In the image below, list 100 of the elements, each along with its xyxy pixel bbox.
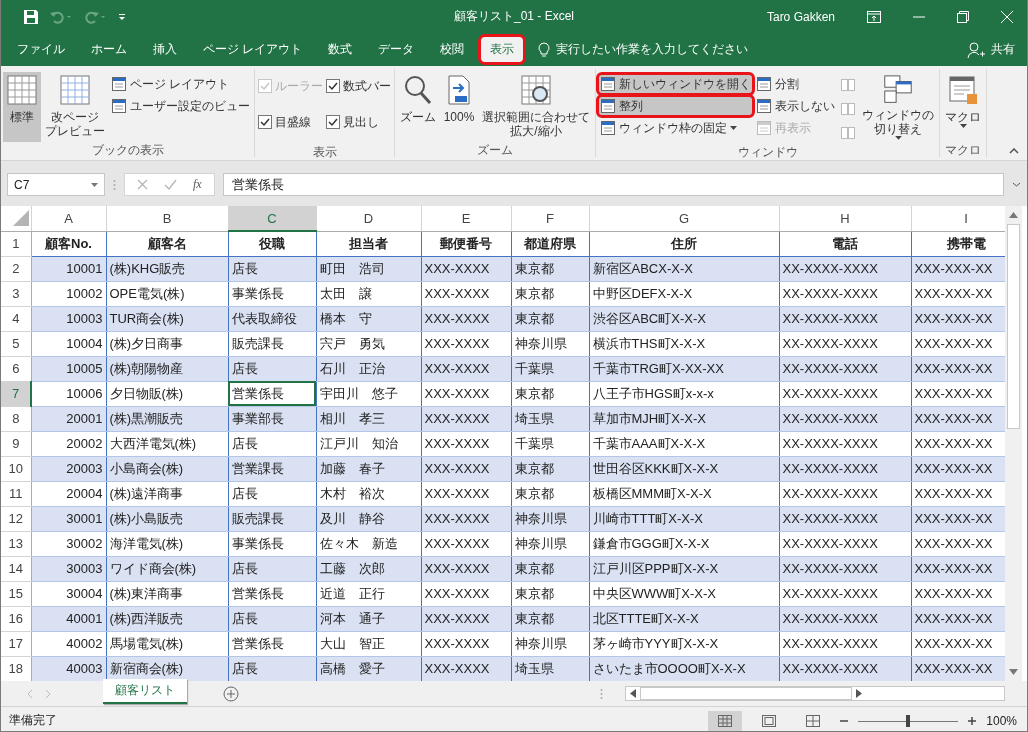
select-all-icon[interactable] <box>12 209 29 226</box>
column-header[interactable]: D <box>316 206 421 231</box>
insert-function-button[interactable]: fx <box>193 177 202 192</box>
ribbon-button[interactable]: 新しいウィンドウを開く <box>598 74 753 94</box>
column-header[interactable]: F <box>511 206 589 231</box>
checkbox[interactable]: 目盛線 <box>257 110 324 134</box>
restore-icon[interactable] <box>957 10 969 23</box>
table-cell: 店長 <box>228 431 316 456</box>
save-icon[interactable] <box>23 8 39 25</box>
collapse-ribbon-icon[interactable] <box>1009 148 1019 154</box>
ribbon-tab[interactable]: 校閲 <box>430 36 475 63</box>
column-title: 役職 <box>228 231 316 256</box>
row-header[interactable]: 6 <box>1 356 31 381</box>
column-header[interactable]: A <box>31 206 106 231</box>
table-cell: 千葉市TRG町X-XX-XX <box>589 356 779 381</box>
ribbon-button[interactable]: 表示しない <box>754 96 837 116</box>
column-header[interactable]: G <box>589 206 779 231</box>
column-header[interactable]: I <box>911 206 1005 231</box>
zoom-level[interactable]: 100% <box>986 713 1017 728</box>
customize-caret-icon[interactable] <box>117 11 127 22</box>
horizontal-scrollbar[interactable] <box>625 686 1005 701</box>
ribbon-button[interactable]: 標準 <box>3 72 41 142</box>
ribbon-button[interactable]: 整列 <box>598 96 753 116</box>
zoom-in-icon[interactable] <box>968 716 977 725</box>
ribbon-button[interactable]: ウィンドウ枠の固定 <box>598 118 753 138</box>
cancel-icon[interactable] <box>137 179 148 190</box>
row-header[interactable]: 14 <box>1 556 31 581</box>
sheet-tab[interactable]: 顧客リスト <box>103 679 187 704</box>
row-header[interactable]: 7 <box>1 381 31 406</box>
ribbon-button[interactable]: ウィンドウの 切り替え <box>859 72 937 142</box>
table-cell: XX-XXXX-XXXX <box>779 306 911 331</box>
expand-icon[interactable] <box>1012 182 1021 187</box>
zoom-slider[interactable] <box>858 714 959 727</box>
row-header[interactable]: 13 <box>1 531 31 556</box>
drag-handle-icon[interactable] <box>600 687 603 700</box>
ribbon-button[interactable]: マクロ <box>942 72 984 142</box>
row-header[interactable]: 3 <box>1 281 31 306</box>
checkbox[interactable]: 数式バー <box>325 74 392 98</box>
row-header[interactable]: 8 <box>1 406 31 431</box>
row-header[interactable]: 16 <box>1 606 31 631</box>
close-icon[interactable] <box>1001 10 1013 23</box>
ribbon-tab[interactable]: ファイル <box>7 36 75 63</box>
ribbon-button[interactable]: ズーム <box>397 72 439 142</box>
column-header[interactable]: C <box>228 206 316 231</box>
undo-icon[interactable] <box>49 9 73 24</box>
ribbon-button[interactable]: 100% <box>440 72 478 142</box>
name-box[interactable]: C7 <box>7 173 105 196</box>
table-cell: XXX-XXX-XX <box>911 256 1005 281</box>
column-title: 電話 <box>779 231 911 256</box>
drag-handle-icon[interactable] <box>113 178 116 191</box>
checkbox[interactable]: 見出し <box>325 110 392 134</box>
ribbon-tab[interactable]: ホーム <box>81 36 137 63</box>
ribbon-button[interactable]: 分割 <box>754 74 837 94</box>
table-cell: XXX-XXXX <box>421 381 511 406</box>
table-cell: (株)KHG販売 <box>106 256 228 281</box>
vertical-scrollbar[interactable] <box>1005 206 1022 681</box>
table-cell: 10002 <box>31 281 106 306</box>
ribbon-tab[interactable]: 表示 <box>480 36 525 63</box>
scroll-left-icon[interactable] <box>630 689 636 698</box>
column-header[interactable]: B <box>106 206 228 231</box>
table-cell: 東京都 <box>511 456 589 481</box>
row-header[interactable]: 11 <box>1 481 31 506</box>
redo-icon[interactable] <box>83 9 107 24</box>
share-button[interactable]: 共有 <box>961 40 1021 59</box>
ribbon-tab[interactable]: ページ レイアウト <box>193 36 313 63</box>
column-header[interactable]: E <box>421 206 511 231</box>
row-header[interactable]: 12 <box>1 506 31 531</box>
row-header[interactable]: 17 <box>1 631 31 656</box>
row-header[interactable]: 9 <box>1 431 31 456</box>
ribbon-button[interactable]: ページ レイアウト <box>109 74 252 94</box>
tell-me-field[interactable]: 実行したい作業を入力してください <box>556 41 749 58</box>
ribbon-tab[interactable]: 挿入 <box>143 36 187 63</box>
add-sheet-icon[interactable] <box>223 685 239 702</box>
check-icon[interactable] <box>164 179 177 190</box>
formula-field[interactable]: 営業係長 <box>222 173 1004 196</box>
table-cell: 八王子市HGS町x-x-x <box>589 381 779 406</box>
ribbon-button[interactable]: ユーザー設定のビュー <box>109 96 252 116</box>
column-title: 住所 <box>589 231 779 256</box>
table-cell: さいたま市OOOO町X-X-X <box>589 656 779 681</box>
table-cell: 事業係長 <box>228 281 316 306</box>
column-header[interactable]: H <box>779 206 911 231</box>
table-cell: 埼玉県 <box>511 406 589 431</box>
row-header[interactable]: 15 <box>1 581 31 606</box>
scroll-down-icon[interactable] <box>1009 669 1018 675</box>
ribbon-display-icon[interactable] <box>867 10 881 23</box>
row-header[interactable]: 5 <box>1 331 31 356</box>
ribbon-tab[interactable]: データ <box>368 36 425 63</box>
row-header[interactable]: 4 <box>1 306 31 331</box>
row-header[interactable]: 10 <box>1 456 31 481</box>
ribbon-button[interactable]: 改ページ プレビュー <box>42 72 108 142</box>
ribbon-button[interactable]: 選択範囲に合わせて 拡大/縮小 <box>479 72 593 142</box>
table-cell: OPE電気(株) <box>106 281 228 306</box>
scroll-up-icon[interactable] <box>1009 212 1018 218</box>
row-header[interactable]: 18 <box>1 656 31 681</box>
scroll-right-icon[interactable] <box>856 689 862 698</box>
row-header[interactable]: 2 <box>1 256 31 281</box>
column-title: 顧客No. <box>31 231 106 256</box>
ribbon-tab[interactable]: 数式 <box>318 36 363 63</box>
row-header[interactable]: 1 <box>1 231 31 256</box>
normal-view-icon[interactable] <box>708 710 743 731</box>
